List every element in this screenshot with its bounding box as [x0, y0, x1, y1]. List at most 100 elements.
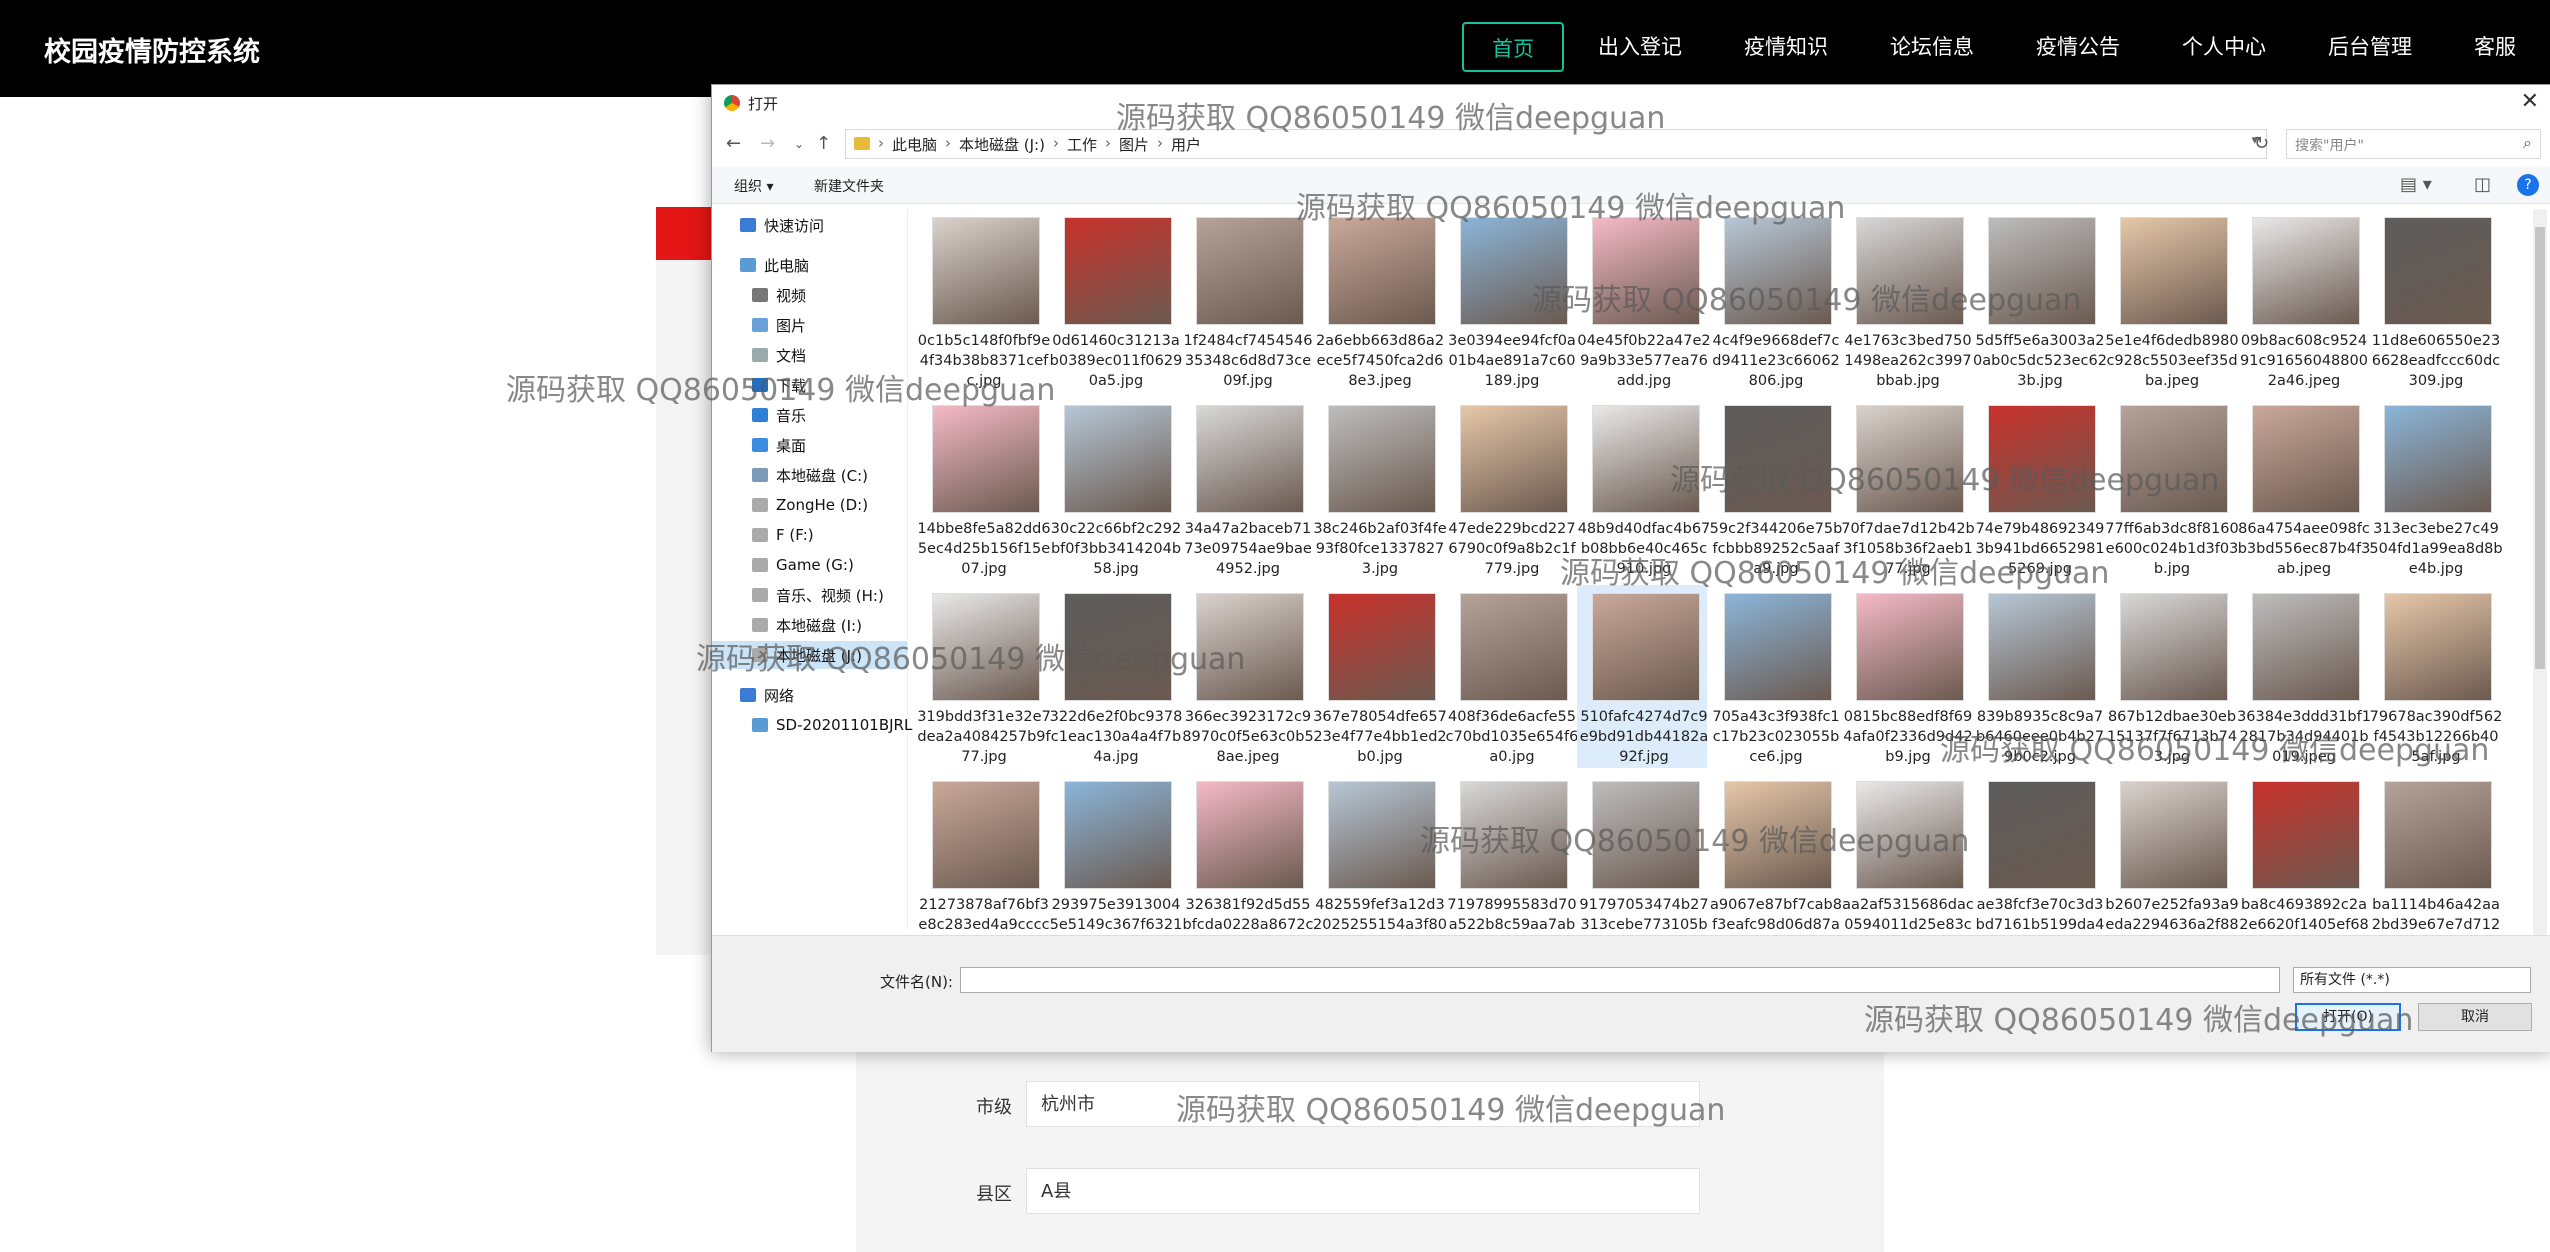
sidebar-item-drive-h[interactable]: 音乐、视频 (H:) — [752, 581, 884, 609]
nav-home[interactable]: 首页 — [1462, 22, 1564, 72]
file-item[interactable]: 5e1e4f6dedb8980c928c5503eef35dba.jpeg — [2105, 209, 2239, 392]
file-item[interactable]: 79678ac390df562f4543b12266b405af.jpg — [2369, 585, 2502, 768]
file-item[interactable]: ba8c4693892c2a2e6620f1405ef6882599.jpeg — [2237, 773, 2369, 929]
nav-personal-center[interactable]: 个人中心 — [2154, 22, 2294, 72]
file-item[interactable]: 47ede229bcd2276790c0f9a8b2c1f779.jpg — [1445, 397, 1576, 580]
file-item[interactable]: 04e45f0b22a47e29a9b33e577ea76add.jpg — [1577, 209, 1711, 392]
file-item[interactable]: 21273878af76bf3e8c283ed4a9ccccde.jpg — [917, 773, 1050, 929]
refresh-icon[interactable]: ↻ — [2254, 133, 2269, 154]
file-item[interactable]: 0815bc88edf8f694afa0f2336d9d42b9.jpg — [1841, 585, 1973, 768]
file-item[interactable]: 313ec3ebe27c49504fd1a99ea8d8be4b.jpg — [2369, 397, 2503, 580]
sidebar-item-music[interactable]: 音乐 — [752, 401, 806, 429]
file-item[interactable]: 367e78054dfe65723e4f77e4bb1ed2b0.jpg — [1313, 585, 1447, 768]
up-icon[interactable]: ↑ — [816, 133, 831, 154]
nav-epidemic-knowledge[interactable]: 疫情知识 — [1716, 22, 1856, 72]
sidebar-item-videos[interactable]: 视频 — [752, 281, 806, 309]
scroll-thumb[interactable] — [2535, 227, 2545, 669]
sidebar-item-downloads[interactable]: 下载 — [752, 371, 806, 399]
file-item[interactable]: ba1114b46a42aa2bd39e67e7d71207d.jpeg — [2369, 773, 2500, 929]
file-item[interactable]: 59c2f344206e75bfcbbb89252c5aafa9.jpg — [1709, 397, 1842, 580]
file-item[interactable]: 510fafc4274d7c9e9bd91db44182a92f.jpg — [1577, 585, 1708, 768]
file-type-select[interactable]: 所有文件 (*.*) — [2293, 967, 2531, 993]
file-item[interactable]: 71978995583d70a522b8c59aa7abcde5.jpeg — [1445, 773, 1577, 929]
site-brand[interactable]: 校园疫情防控系统 — [44, 30, 260, 69]
nav-customer-service[interactable]: 客服 — [2446, 22, 2544, 72]
sidebar-item-drive-f[interactable]: F (F:) — [752, 521, 814, 549]
district-input[interactable]: A县 — [1026, 1168, 1700, 1214]
file-item[interactable]: 293975e39130045e5149c367f63214f0.jpeg — [1049, 773, 1182, 929]
file-item[interactable]: 4c4f9e9668def7cd9411e23c66062806.jpg — [1709, 209, 1840, 392]
file-item[interactable]: 5d5ff5e6a3003a20ab0c5dc523ec623b.jpg — [1973, 209, 2107, 392]
nav-admin[interactable]: 后台管理 — [2300, 22, 2440, 72]
file-item[interactable]: 77ff6ab3dc8f8160e600c024b1d3f03b.jpg — [2105, 397, 2239, 580]
file-item[interactable]: 14bbe8fe5a82dd65ec4d25b156f15e07.jpg — [917, 397, 1051, 580]
file-item[interactable]: 867b12dbae30eb15137f7f6713b743.jpg — [2105, 585, 2237, 768]
file-item[interactable]: 322d6e2f0bc9378c1eac130a4a4f7b4a.jpg — [1049, 585, 1182, 768]
sidebar-item-drive-d[interactable]: ZongHe (D:) — [752, 491, 868, 519]
organize-button[interactable]: 组织 ▾ — [734, 176, 773, 196]
back-icon[interactable]: ← — [726, 133, 741, 154]
crumb-this-pc[interactable]: 此电脑 — [892, 134, 937, 155]
file-item[interactable]: 86a4754aee098fcb3bd556ec87b4f3ab.jpeg — [2237, 397, 2370, 580]
file-item[interactable]: 4e1763c3bed7501498ea262c3997bbab.jpg — [1841, 209, 1972, 392]
file-item[interactable]: 366ec3923172c98970c0f5e63c0b58ae.jpeg — [1181, 585, 1314, 768]
sidebar-item-drive-j[interactable]: 本地磁盘 (J:) — [712, 641, 907, 669]
nav-entry-register[interactable]: 出入登记 — [1570, 22, 1710, 72]
file-item[interactable]: 09b8ac608c952491c916560488002a46.jpeg — [2237, 209, 2368, 392]
file-item[interactable]: 1f2484cf745454635348c6d8d73ce09f.jpg — [1181, 209, 1312, 392]
sidebar-item-network[interactable]: 网络 — [740, 681, 794, 709]
file-item[interactable]: 0d61460c31213ab0389ec011f06290a5.jpg — [1049, 209, 1182, 392]
preview-pane-icon[interactable]: ◫ — [2474, 174, 2491, 195]
sidebar-item-drive-g[interactable]: Game (G:) — [752, 551, 854, 579]
nav-announcement[interactable]: 疫情公告 — [2008, 22, 2148, 72]
file-item[interactable]: 0c1b5c148f0fbf9e4f34b38b8371cefc.jpg — [917, 209, 1050, 392]
crumb-work[interactable]: 工作 — [1067, 134, 1097, 155]
file-item[interactable]: 91797053474b27313cebe773105ba986.jpeg — [1577, 773, 1709, 929]
file-item[interactable]: 482559fef3a12d32025255154a3f80d42.jpg — [1313, 773, 1447, 929]
file-item[interactable]: 48b9d40dfac4b67b08bb6e40c465c910.jpg — [1577, 397, 1710, 580]
close-icon[interactable]: ✕ — [2521, 89, 2539, 114]
crumb-users[interactable]: 用户 — [1171, 134, 1201, 155]
cancel-button[interactable]: 取消 — [2418, 1003, 2532, 1031]
crumb-pictures[interactable]: 图片 — [1119, 134, 1149, 155]
new-folder-button[interactable]: 新建文件夹 — [814, 176, 884, 196]
file-item[interactable]: 70f7dae7d12b42b3f1058b36f2aeb177.jpg — [1841, 397, 1975, 580]
file-item[interactable]: a9067e87bf7cab8f3eafc98d06d87ad7.jpg — [1709, 773, 1842, 929]
file-item[interactable]: 326381f92d5d55bfcda0228a8672c668.jpg — [1181, 773, 1314, 929]
address-bar[interactable]: › 此电脑 › 本地磁盘 (J:) › 工作 › 图片 › 用户 ▾ — [845, 129, 2267, 159]
file-item[interactable]: ae38fcf3e70c3d3bd7161b5199da4d42.jpg — [1973, 773, 2104, 929]
nav-forum[interactable]: 论坛信息 — [1862, 22, 2002, 72]
open-button[interactable]: 打开(O) — [2295, 1003, 2401, 1031]
file-item[interactable]: 30c22c66bf2c292bf0f3bb3414204b58.jpg — [1049, 397, 1181, 580]
sidebar-item-this-pc[interactable]: 此电脑 — [740, 251, 809, 279]
file-item[interactable]: 705a43c3f938fc1c17b23c023055bce6.jpg — [1709, 585, 1840, 768]
file-item[interactable]: 839b8935c8c9a7b6460eee0b4b279b0c2.jpg — [1973, 585, 2104, 768]
file-item[interactable]: 34a47a2baceb7173e09754ae9bae4952.jpg — [1181, 397, 1312, 580]
vertical-scrollbar[interactable] — [2533, 209, 2547, 1029]
sidebar-item-documents[interactable]: 文档 — [752, 341, 806, 369]
view-options-icon[interactable]: ▤ ▾ — [2400, 174, 2432, 195]
file-item[interactable]: 3e0394ee94fcf0a01b4ae891a7c60189.jpg — [1445, 209, 1576, 392]
file-item[interactable]: 408f36de6acfe55c70bd1035e654f6a0.jpg — [1445, 585, 1578, 768]
file-item[interactable]: 2a6ebb663d86a2ece5f7450fca2d68e3.jpeg — [1313, 209, 1444, 392]
sidebar-item-desktop[interactable]: 桌面 — [752, 431, 806, 459]
crumb-drive-j[interactable]: 本地磁盘 (J:) — [959, 134, 1045, 155]
file-item[interactable]: 319bdd3f31e32e7dea2a4084257b9f77.jpg — [917, 585, 1051, 768]
file-item[interactable]: 74e79b486923493b941bd66529815269.jpg — [1973, 397, 2105, 580]
file-item[interactable]: 36384e3ddd31bf12817b34d94401b019.jpeg — [2237, 585, 2371, 768]
sidebar-item-drive-i[interactable]: 本地磁盘 (I:) — [752, 611, 862, 639]
sidebar-item-drive-c[interactable]: 本地磁盘 (C:) — [752, 461, 868, 489]
search-input[interactable]: 搜索"用户" ⌕ — [2286, 129, 2541, 159]
forward-icon[interactable]: → — [760, 133, 775, 154]
city-input[interactable]: 杭州市 — [1026, 1081, 1700, 1127]
filename-input[interactable] — [960, 967, 2280, 993]
file-item[interactable]: 11d8e606550e236628eadfccc60dc309.jpg — [2369, 209, 2500, 392]
recent-dropdown-icon[interactable]: ⌄ — [794, 137, 804, 151]
help-icon[interactable]: ? — [2517, 174, 2539, 196]
file-item[interactable]: aa2af5315686dac0594011d25e83c701.jpeg — [1841, 773, 1974, 929]
sidebar-item-network-pc[interactable]: SD-20201101BJRL — [752, 711, 912, 739]
sidebar-item-quick-access[interactable]: 快速访问 — [740, 211, 824, 239]
sidebar-item-pictures[interactable]: 图片 — [752, 311, 806, 339]
file-item[interactable]: 38c246b2af03f4fe93f80fce13378273.jpg — [1313, 397, 1447, 580]
file-item[interactable]: b2607e252fa93a9eda2294636a2f883189.jpg — [2105, 773, 2239, 929]
